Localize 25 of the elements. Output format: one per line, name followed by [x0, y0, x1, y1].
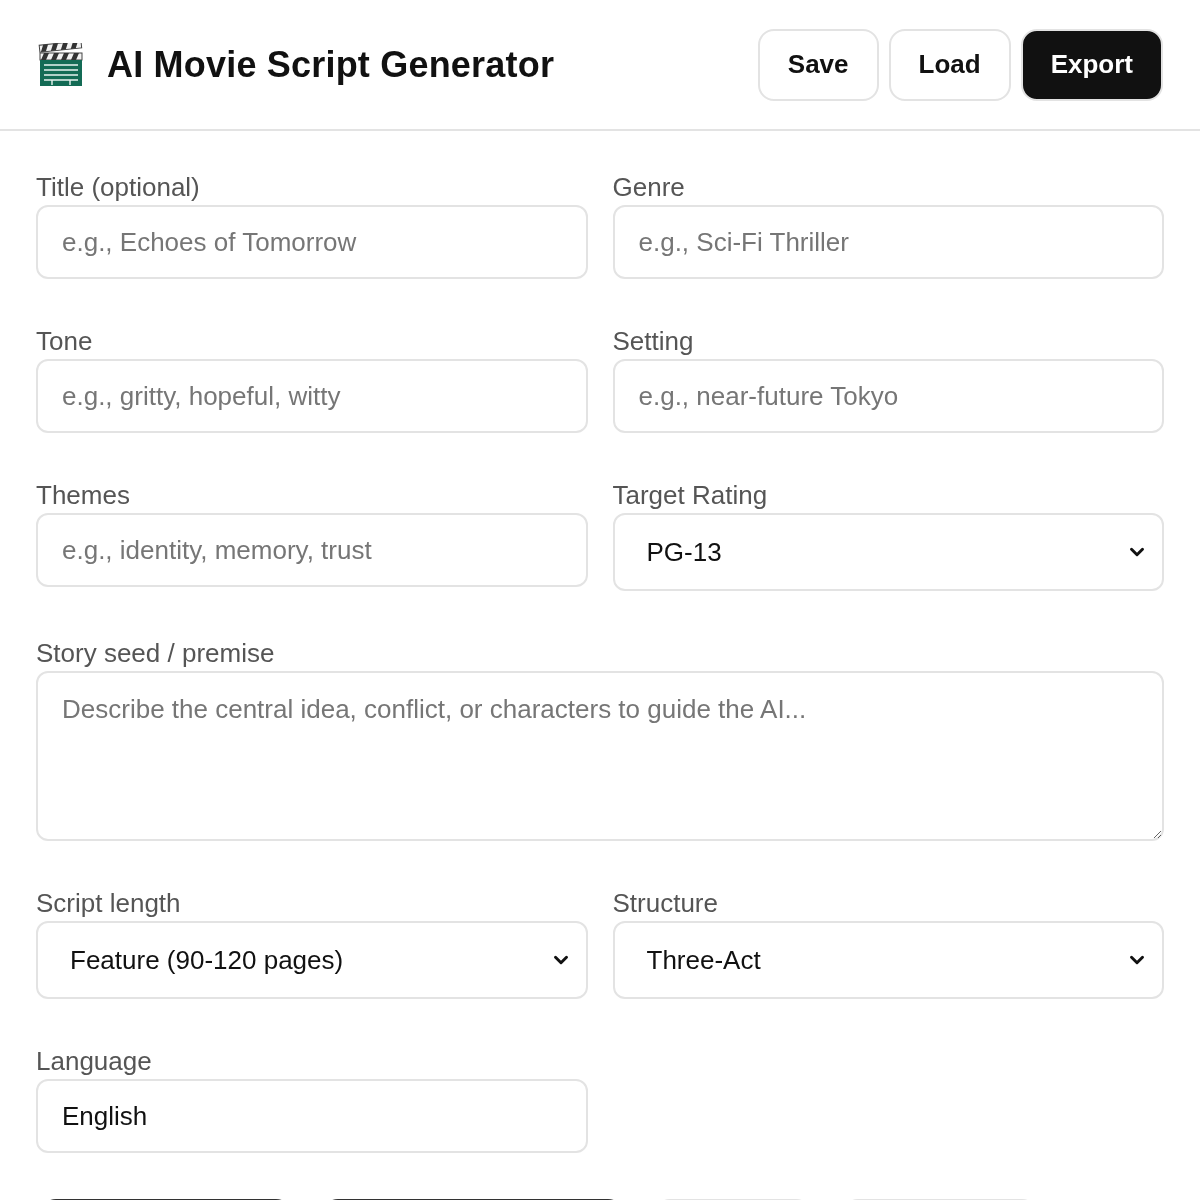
field-label: Target Rating — [612, 479, 769, 511]
app-title: AI Movie Script Generator — [107, 42, 555, 87]
clapperboard-icon — [38, 42, 84, 87]
text-input-field[interactable]: e.g., gritty, hopeful, witty — [36, 359, 588, 433]
field-label: Genre — [612, 171, 686, 203]
field-label: Script length — [36, 887, 182, 919]
dropdown-select[interactable]: PG-13 — [612, 513, 1164, 591]
toolbar-button[interactable]: Load — [888, 28, 1011, 101]
text-input-field[interactable]: e.g., Echoes of Tomorrow — [36, 205, 588, 279]
field-label: Themes — [36, 479, 131, 511]
dropdown-select[interactable]: Three-Act — [612, 921, 1164, 999]
toolbar-button[interactable]: Save — [757, 28, 879, 101]
field-label: Setting — [612, 325, 695, 357]
text-input-field[interactable]: e.g., identity, memory, trust — [36, 513, 588, 587]
field-label: Structure — [612, 887, 719, 919]
text-input-field[interactable]: e.g., near-future Tokyo — [612, 359, 1164, 433]
field-label: Title (optional) — [36, 171, 201, 203]
dropdown-select[interactable]: Feature (90-120 pages) — [36, 921, 588, 999]
text-input-field[interactable]: e.g., Sci-Fi Thriller — [612, 205, 1164, 279]
field-label: Tone — [36, 325, 94, 357]
field-label: Language — [36, 1045, 153, 1077]
field-label: Story seed / premise — [36, 637, 276, 669]
export-button[interactable]: Export — [1020, 28, 1163, 101]
text-input-field[interactable]: English — [36, 1079, 588, 1153]
text-area-field[interactable]: Describe the central idea, conflict, or characters to guide the AI... — [36, 671, 1164, 841]
